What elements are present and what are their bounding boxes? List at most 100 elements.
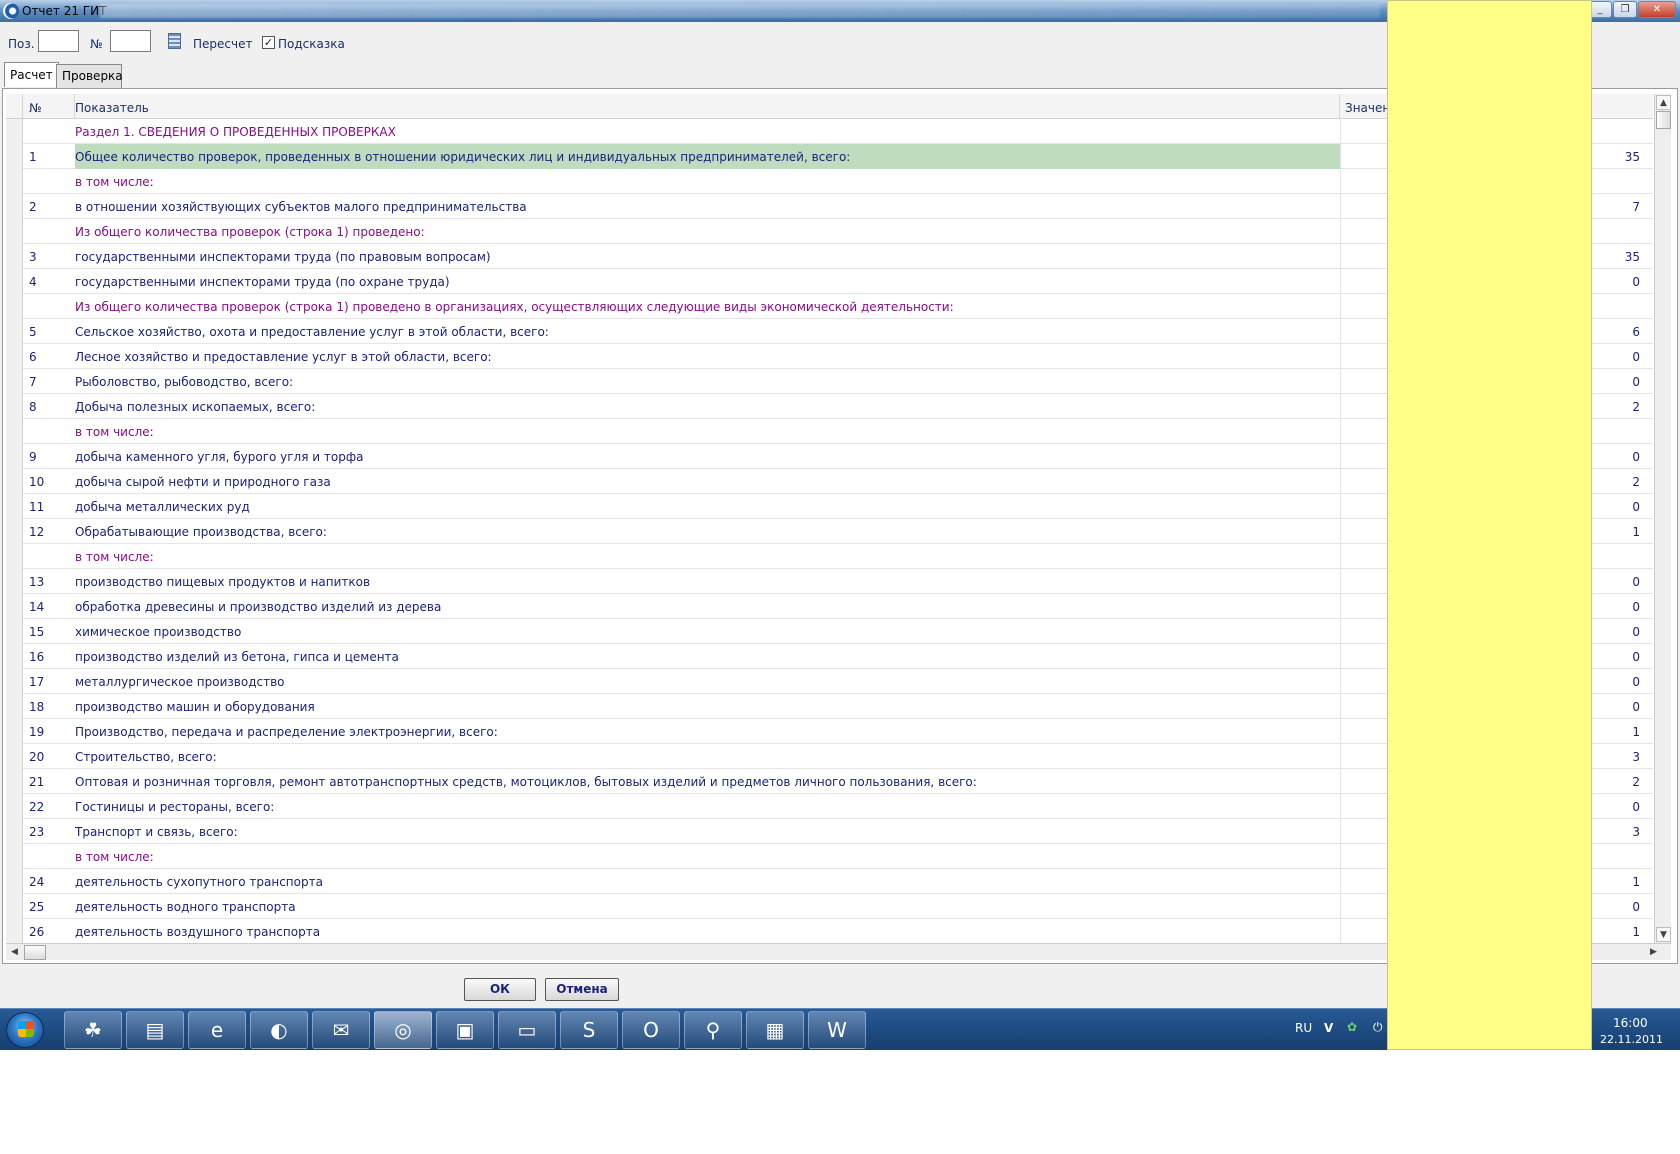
clover-icon[interactable]: ☘ xyxy=(64,1011,122,1049)
row-selector[interactable] xyxy=(6,269,23,294)
indicator-name[interactable]: Сельское хозяйство, охота и предоставлен… xyxy=(75,319,1340,344)
row-selector[interactable] xyxy=(6,119,23,144)
section-label[interactable]: в том числе: xyxy=(75,169,1340,194)
indicator-value[interactable]: 0 xyxy=(1586,594,1640,619)
indicator-value[interactable] xyxy=(1586,544,1640,569)
row-selector[interactable] xyxy=(6,769,23,794)
recalc-button[interactable]: Пересчет xyxy=(193,37,252,51)
row-selector[interactable] xyxy=(6,244,23,269)
indicator-name[interactable]: Гостиницы и рестораны, всего: xyxy=(75,794,1340,819)
indicator-value[interactable] xyxy=(1586,169,1640,194)
indicator-name[interactable]: добыча металлических руд xyxy=(75,494,1340,519)
folder-icon[interactable]: ▤ xyxy=(126,1011,184,1049)
indicator-value[interactable] xyxy=(1586,119,1640,144)
indicator-name[interactable]: государственными инспекторами труда (по … xyxy=(75,269,1340,294)
row-selector[interactable] xyxy=(6,644,23,669)
row-selector[interactable] xyxy=(6,519,23,544)
indicator-name[interactable]: Строительство, всего: xyxy=(75,744,1340,769)
scroll-up-icon[interactable]: ▲ xyxy=(1656,95,1671,110)
close-button[interactable]: ✕ xyxy=(1638,1,1676,18)
indicator-value[interactable]: 0 xyxy=(1586,269,1640,294)
indicator-name[interactable]: Лесное хозяйство и предоставление услуг … xyxy=(75,344,1340,369)
indicator-name[interactable]: производство машин и оборудования xyxy=(75,694,1340,719)
indicator-value[interactable]: 0 xyxy=(1586,644,1640,669)
tab-check[interactable]: Проверка xyxy=(56,64,123,88)
tax-app-icon[interactable]: ▦ xyxy=(746,1011,804,1049)
indicator-name[interactable]: химическое производство xyxy=(75,619,1340,644)
row-selector[interactable] xyxy=(6,894,23,919)
indicator-name[interactable]: Оптовая и розничная торговля, ремонт авт… xyxy=(75,769,1340,794)
tray-v-icon[interactable]: V xyxy=(1324,1021,1333,1035)
indicator-name[interactable]: металлургическое производство xyxy=(75,669,1340,694)
row-selector[interactable] xyxy=(6,719,23,744)
tab-calculation[interactable]: Расчет xyxy=(4,62,59,87)
sticky-notes-icon[interactable]: ▭ xyxy=(498,1011,556,1049)
indicator-name[interactable]: Производство, передача и распределение э… xyxy=(75,719,1340,744)
skype-icon[interactable]: S xyxy=(560,1011,618,1049)
indicator-name[interactable]: Транспорт и связь, всего: xyxy=(75,819,1340,844)
indicator-name[interactable]: производство изделий из бетона, гипса и … xyxy=(75,644,1340,669)
indicator-value[interactable]: 3 xyxy=(1586,744,1640,769)
ok-button[interactable]: ОК xyxy=(464,978,536,1001)
indicator-value[interactable] xyxy=(1586,219,1640,244)
row-selector[interactable] xyxy=(6,869,23,894)
row-selector[interactable] xyxy=(6,594,23,619)
globe-app-icon[interactable]: ◐ xyxy=(250,1011,308,1049)
indicator-value[interactable]: 1 xyxy=(1586,719,1640,744)
row-selector[interactable] xyxy=(6,469,23,494)
indicator-name[interactable]: обработка древесины и производство издел… xyxy=(75,594,1340,619)
word-icon[interactable]: W xyxy=(808,1011,866,1049)
indicator-value[interactable]: 0 xyxy=(1586,369,1640,394)
indicator-value[interactable]: 0 xyxy=(1586,894,1640,919)
indicator-name[interactable]: Общее количество проверок, проведенных в… xyxy=(75,144,1340,169)
column-header-indicator[interactable]: Показатель xyxy=(75,94,1340,119)
row-selector[interactable] xyxy=(6,369,23,394)
indicator-value[interactable] xyxy=(1586,419,1640,444)
row-selector[interactable] xyxy=(6,619,23,644)
tray-power-icon[interactable]: ⏻ xyxy=(1373,1020,1383,1035)
indicator-value[interactable]: 0 xyxy=(1586,669,1640,694)
section-label[interactable]: Из общего количества проверок (строка 1)… xyxy=(75,219,1340,244)
row-selector[interactable] xyxy=(6,319,23,344)
indicator-name[interactable]: государственными инспекторами труда (по … xyxy=(75,244,1340,269)
indicator-name[interactable]: Обрабатывающие производства, всего: xyxy=(75,519,1340,544)
indicator-value[interactable]: 0 xyxy=(1586,444,1640,469)
row-selector[interactable] xyxy=(6,694,23,719)
indicator-name[interactable]: деятельность сухопутного транспорта xyxy=(75,869,1340,894)
indicator-name[interactable]: в отношении хозяйствующих субъектов мало… xyxy=(75,194,1340,219)
row-selector[interactable] xyxy=(6,819,23,844)
indicator-name[interactable]: добыча сырой нефти и природного газа xyxy=(75,469,1340,494)
language-indicator[interactable]: RU xyxy=(1295,1021,1312,1035)
row-selector[interactable] xyxy=(6,544,23,569)
indicator-value[interactable]: 2 xyxy=(1586,469,1640,494)
indicator-value[interactable]: 0 xyxy=(1586,494,1640,519)
indicator-value[interactable]: 7 xyxy=(1586,194,1640,219)
report-app-icon[interactable]: ◎ xyxy=(374,1011,432,1049)
row-selector[interactable] xyxy=(6,919,23,943)
restore-button[interactable]: ❐ xyxy=(1613,1,1637,18)
section-label[interactable]: Из общего количества проверок (строка 1)… xyxy=(75,294,1340,319)
indicator-value[interactable]: 35 xyxy=(1586,144,1640,169)
internet-explorer-icon[interactable]: e xyxy=(188,1011,246,1049)
indicator-value[interactable] xyxy=(1586,844,1640,869)
scroll-right-icon[interactable]: ▶ xyxy=(1646,945,1661,960)
indicator-value[interactable]: 2 xyxy=(1586,769,1640,794)
row-selector[interactable] xyxy=(6,844,23,869)
indicator-name[interactable]: Рыболовство, рыбоводство, всего: xyxy=(75,369,1340,394)
indicator-value[interactable]: 3 xyxy=(1586,819,1640,844)
row-selector[interactable] xyxy=(6,569,23,594)
row-selector[interactable] xyxy=(6,219,23,244)
indicator-value[interactable]: 1 xyxy=(1586,869,1640,894)
row-selector[interactable] xyxy=(6,294,23,319)
row-selector[interactable] xyxy=(6,144,23,169)
row-selector[interactable] xyxy=(6,344,23,369)
clock-time[interactable]: 16:00 xyxy=(1613,1016,1648,1030)
search-tool-icon[interactable]: ⚲ xyxy=(684,1011,742,1049)
indicator-value[interactable]: 1 xyxy=(1586,519,1640,544)
floppy-disk-icon[interactable]: ▣ xyxy=(436,1011,494,1049)
indicator-name[interactable]: деятельность водного транспорта xyxy=(75,894,1340,919)
clock-date[interactable]: 22.11.2011 xyxy=(1600,1033,1663,1046)
position-input[interactable] xyxy=(38,30,79,52)
indicator-value[interactable] xyxy=(1586,294,1640,319)
vertical-scroll-thumb[interactable] xyxy=(1656,111,1671,129)
